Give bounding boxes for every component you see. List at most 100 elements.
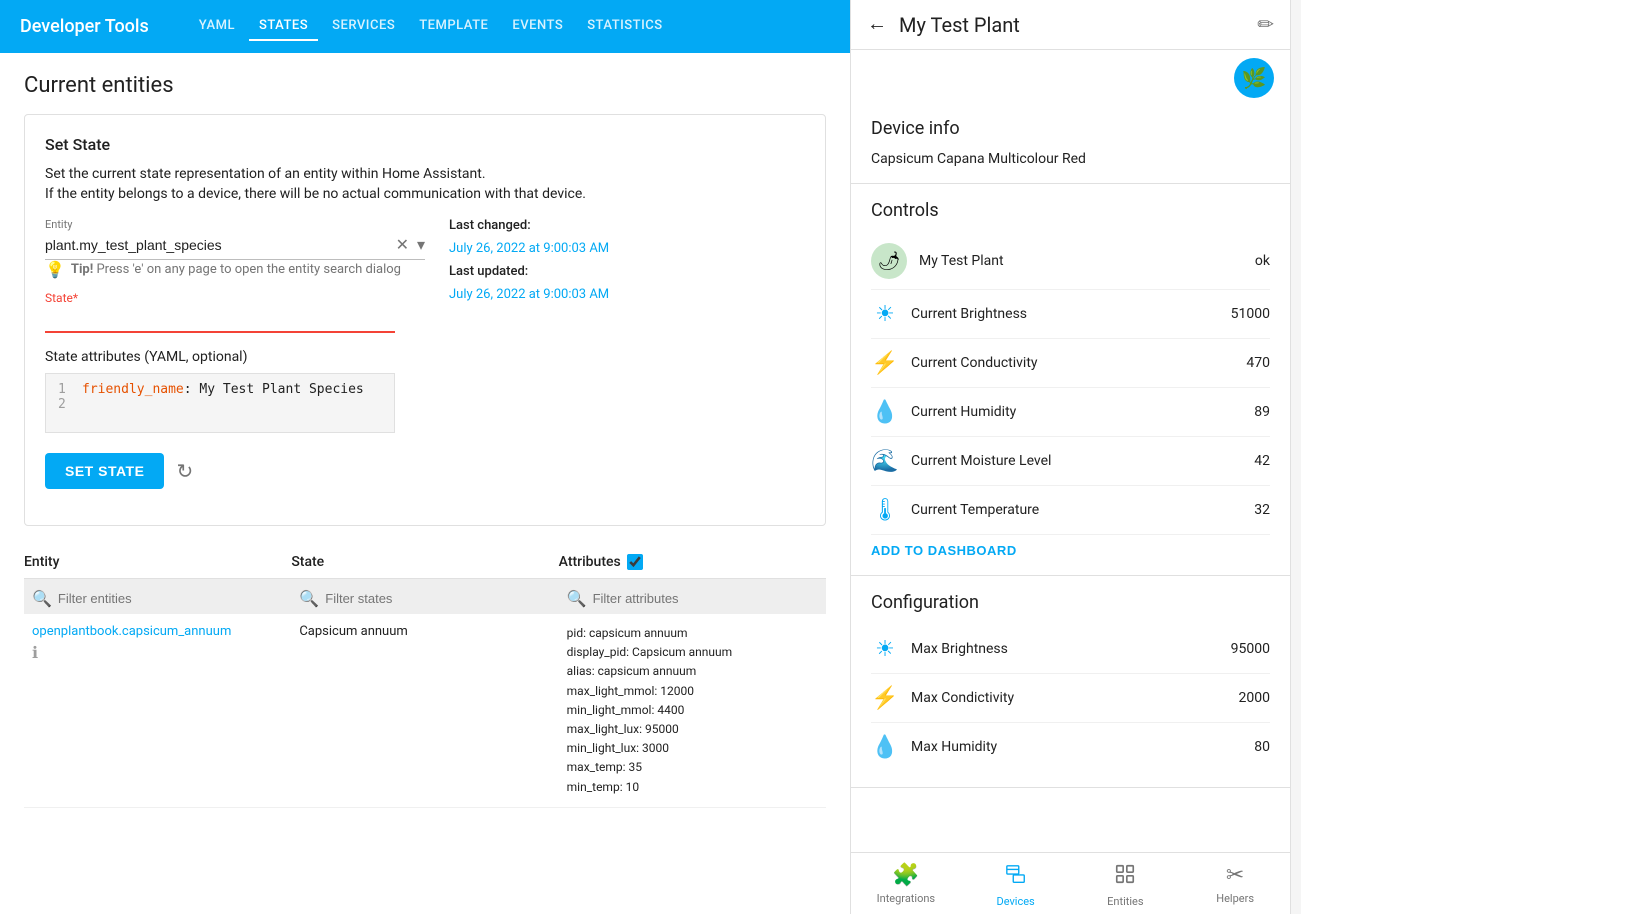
control-row-plant: 🌶 My Test Plant ok [871, 233, 1270, 290]
state-value: Capsicum annuum [299, 624, 407, 639]
brightness-icon: ☀ [871, 300, 899, 328]
config-row-max-brightness[interactable]: ☀ Max Brightness 95000 [871, 625, 1270, 674]
set-state-button[interactable]: SET STATE [45, 453, 164, 489]
control-value-temperature: 32 [1254, 502, 1270, 518]
tab-services[interactable]: SERVICES [322, 12, 405, 41]
last-changed-value[interactable]: July 26, 2022 at 9:00:03 AM [449, 241, 609, 256]
tab-template[interactable]: TEMPLATE [409, 12, 498, 41]
card-desc1: Set the current state representation of … [45, 166, 805, 182]
table-section: Entity State Attributes 🔍 🔍 [24, 546, 826, 808]
control-name-brightness: Current Brightness [911, 306, 1219, 322]
control-row-humidity[interactable]: 💧 Current Humidity 89 [871, 388, 1270, 437]
right-panel-title: My Test Plant [899, 13, 1245, 37]
entity-row: Entity ✕ ▾ 💡 Tip! Pr [45, 218, 805, 489]
clear-entity-button[interactable]: ✕ [396, 235, 409, 255]
control-name-plant: My Test Plant [919, 253, 1243, 269]
config-value-max-humidity: 80 [1254, 739, 1270, 755]
refresh-button[interactable]: ↻ [176, 459, 193, 484]
control-row-brightness[interactable]: ☀ Current Brightness 51000 [871, 290, 1270, 339]
tip-rest: Press 'e' on any page to open the entity… [96, 262, 400, 277]
last-updated-value[interactable]: July 26, 2022 at 9:00:03 AM [449, 287, 609, 302]
devices-label: Devices [996, 895, 1034, 908]
edit-button[interactable]: ✏ [1257, 12, 1274, 37]
control-value-humidity: 89 [1254, 404, 1270, 420]
configuration-title: Configuration [871, 592, 1270, 613]
control-row-moisture[interactable]: 🌊 Current Moisture Level 42 [871, 437, 1270, 486]
entity-link[interactable]: openplantbook.capsicum_annuum [32, 624, 231, 639]
col-entity-label: Entity [24, 554, 59, 570]
filter-attrs-cell: 🔍 [559, 583, 826, 614]
filter-entity-input[interactable] [58, 591, 283, 606]
config-row-max-conductivity[interactable]: ⚡ Max Condictivity 2000 [871, 674, 1270, 723]
control-name-moisture: Current Moisture Level [911, 453, 1242, 469]
tab-events[interactable]: EVENTS [502, 12, 573, 41]
entity-input[interactable] [45, 233, 396, 257]
humidity-icon: 💧 [871, 398, 899, 426]
app-title: Developer Tools [20, 16, 149, 37]
scrollbar-track [1290, 0, 1301, 914]
attributes-checkbox[interactable] [627, 554, 643, 570]
tab-yaml[interactable]: YAML [189, 12, 245, 41]
control-value-plant: ok [1255, 253, 1270, 269]
code-rest: : My Test Plant Species [184, 382, 364, 397]
devices-icon [1005, 863, 1027, 891]
control-row-temperature[interactable]: 🌡 Current Temperature 32 [871, 486, 1270, 535]
plant-icon-glyph: 🌿 [1242, 66, 1267, 90]
control-name-humidity: Current Humidity [911, 404, 1242, 420]
helpers-icon: ✂ [1226, 863, 1244, 888]
plant-icon-row: 🌿 [851, 50, 1290, 102]
code-num-2: 2 [58, 397, 70, 412]
max-humidity-icon: 💧 [871, 733, 899, 761]
control-row-conductivity[interactable]: ⚡ Current Conductivity 470 [871, 339, 1270, 388]
left-panel: Developer Tools YAML STATES SERVICES TEM… [0, 0, 850, 914]
config-value-max-conductivity: 2000 [1239, 690, 1270, 706]
table-filter-row: 🔍 🔍 🔍 [24, 579, 826, 614]
search-attrs-icon: 🔍 [567, 589, 587, 608]
info-icon[interactable]: ℹ [32, 643, 231, 662]
code-editor[interactable]: 1 friendly_name: My Test Plant Species 2 [45, 373, 395, 433]
tab-statistics[interactable]: STATISTICS [577, 12, 672, 41]
integrations-icon: 🧩 [892, 863, 919, 888]
plant-icon: 🌿 [1234, 58, 1274, 98]
config-row-max-humidity[interactable]: 💧 Max Humidity 80 [871, 723, 1270, 771]
col-state-label: State [291, 554, 324, 570]
back-button[interactable]: ← [867, 13, 887, 36]
attrs-text: pid: capsicum annuum display_pid: Capsic… [567, 624, 733, 797]
right-panel: ← My Test Plant ✏ 🌿 Device info Capsicum… [850, 0, 1290, 914]
nav-integrations[interactable]: 🧩 Integrations [851, 853, 961, 914]
nav-helpers[interactable]: ✂ Helpers [1180, 853, 1290, 914]
filter-state-cell: 🔍 [291, 583, 558, 614]
filter-attrs-input[interactable] [593, 591, 818, 606]
control-value-brightness: 51000 [1231, 306, 1270, 322]
control-name-conductivity: Current Conductivity [911, 355, 1234, 371]
tab-states[interactable]: STATES [249, 12, 318, 41]
set-state-card: Set State Set the current state represen… [24, 114, 826, 526]
tip-icon: 💡 [45, 260, 65, 279]
state-attrs-label: State attributes (YAML, optional) [45, 349, 425, 365]
code-line-1: 1 friendly_name: My Test Plant Species [58, 382, 382, 397]
code-content-1: friendly_name: My Test Plant Species [82, 382, 364, 397]
control-value-moisture: 42 [1254, 453, 1270, 469]
table-col-state: State [291, 554, 558, 570]
device-info-section: Device info Capsicum Capana Multicolour … [851, 102, 1290, 184]
right-scrollable[interactable]: 🌿 Device info Capsicum Capana Multicolou… [851, 50, 1290, 852]
config-name-max-conductivity: Max Condictivity [911, 690, 1227, 706]
add-to-dashboard-button[interactable]: ADD TO DASHBOARD [871, 535, 1017, 558]
table-col-attrs: Attributes [559, 554, 826, 570]
max-conductivity-icon: ⚡ [871, 684, 899, 712]
attrs-cell: pid: capsicum annuum display_pid: Capsic… [559, 620, 826, 801]
table-header: Entity State Attributes [24, 546, 826, 579]
tip-bold: Tip! [71, 262, 93, 277]
code-num-1: 1 [58, 382, 70, 397]
right-outer: ← My Test Plant ✏ 🌿 Device info Capsicum… [850, 0, 1290, 914]
controls-section: Controls 🌶 My Test Plant ok ☀ Current Br… [851, 184, 1290, 576]
state-input[interactable] [45, 307, 395, 333]
filter-state-input[interactable] [325, 591, 550, 606]
code-key: friendly_name [82, 382, 184, 397]
card-title: Set State [45, 135, 805, 154]
integrations-label: Integrations [877, 892, 935, 905]
nav-devices[interactable]: Devices [961, 853, 1071, 914]
entities-icon [1114, 863, 1136, 891]
nav-entities[interactable]: Entities [1071, 853, 1181, 914]
dropdown-entity-button[interactable]: ▾ [417, 235, 425, 255]
